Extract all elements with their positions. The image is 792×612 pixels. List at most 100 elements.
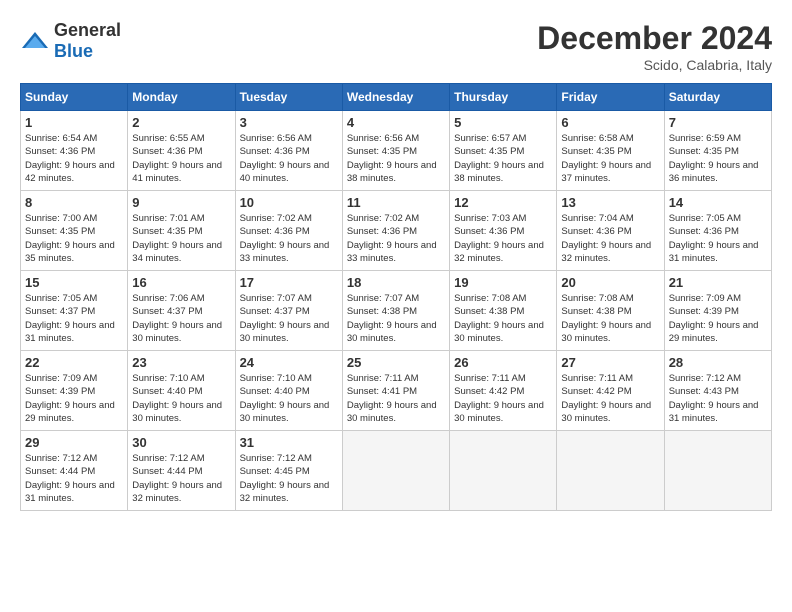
day-number: 7 [669,115,767,130]
day-number: 16 [132,275,230,290]
calendar-cell: 22 Sunrise: 7:09 AMSunset: 4:39 PMDayligh… [21,351,128,431]
day-detail: Sunrise: 7:11 AMSunset: 4:42 PMDaylight:… [561,372,659,425]
calendar-cell: 27Sunrise: 7:11 AMSunset: 4:42 PMDayligh… [557,351,664,431]
day-number: 15 [25,275,123,290]
calendar-cell: 6 Sunrise: 6:58 AMSunset: 4:35 PMDaylight… [557,111,664,191]
logo-general: General [54,20,121,40]
day-detail: Sunrise: 7:07 AMSunset: 4:38 PMDaylight:… [347,292,445,345]
header-saturday: Saturday [664,84,771,111]
logo-icon [20,30,50,52]
day-number: 10 [240,195,338,210]
calendar-cell: 21Sunrise: 7:09 AMSunset: 4:39 PMDayligh… [664,271,771,351]
day-number: 13 [561,195,659,210]
day-number: 1 [25,115,123,130]
calendar-cell: 29Sunrise: 7:12 AMSunset: 4:44 PMDayligh… [21,431,128,511]
calendar-cell: 19Sunrise: 7:08 AMSunset: 4:38 PMDayligh… [450,271,557,351]
calendar-cell: 18 Sunrise: 7:07 AMSunset: 4:38 PMDayligh… [342,271,449,351]
day-number: 4 [347,115,445,130]
header-friday: Friday [557,84,664,111]
calendar-cell: 12 Sunrise: 7:03 AMSunset: 4:36 PMDayligh… [450,191,557,271]
day-number: 8 [25,195,123,210]
calendar-cell: 3Sunrise: 6:56 AMSunset: 4:36 PMDaylight… [235,111,342,191]
day-number: 31 [240,435,338,450]
day-detail: Sunrise: 7:12 AMSunset: 4:43 PMDaylight:… [669,372,767,425]
calendar-location: Scido, Calabria, Italy [537,57,772,73]
day-detail: Sunrise: 7:05 AMSunset: 4:37 PMDaylight:… [25,292,123,345]
day-detail: Sunrise: 7:08 AMSunset: 4:38 PMDaylight:… [454,292,552,345]
week-row-2: 8 Sunrise: 7:00 AMSunset: 4:35 PMDaylight… [21,191,772,271]
calendar-cell: 4Sunrise: 6:56 AMSunset: 4:35 PMDaylight… [342,111,449,191]
day-detail: Sunrise: 7:02 AMSunset: 4:36 PMDaylight:… [347,212,445,265]
header-sunday: Sunday [21,84,128,111]
day-number: 26 [454,355,552,370]
day-detail: Sunrise: 6:54 AMSunset: 4:36 PMDaylight:… [25,132,123,185]
calendar-cell: 5 Sunrise: 6:57 AMSunset: 4:35 PMDaylight… [450,111,557,191]
calendar-header-row: SundayMondayTuesdayWednesdayThursdayFrid… [21,84,772,111]
calendar-cell: 10Sunrise: 7:02 AMSunset: 4:36 PMDayligh… [235,191,342,271]
day-detail: Sunrise: 7:12 AMSunset: 4:45 PMDaylight:… [240,452,338,505]
calendar-cell: 25Sunrise: 7:11 AMSunset: 4:41 PMDayligh… [342,351,449,431]
day-detail: Sunrise: 7:12 AMSunset: 4:44 PMDaylight:… [25,452,123,505]
calendar-cell: 1 Sunrise: 6:54 AMSunset: 4:36 PMDaylight… [21,111,128,191]
logo-blue: Blue [54,41,93,61]
day-number: 11 [347,195,445,210]
day-number: 20 [561,275,659,290]
week-row-3: 15 Sunrise: 7:05 AMSunset: 4:37 PMDayligh… [21,271,772,351]
calendar-table: SundayMondayTuesdayWednesdayThursdayFrid… [20,83,772,511]
day-number: 30 [132,435,230,450]
calendar-cell: 13 Sunrise: 7:04 AMSunset: 4:36 PMDayligh… [557,191,664,271]
day-detail: Sunrise: 7:11 AMSunset: 4:41 PMDaylight:… [347,372,445,425]
header-thursday: Thursday [450,84,557,111]
title-block: December 2024 Scido, Calabria, Italy [537,20,772,73]
day-detail: Sunrise: 7:09 AMSunset: 4:39 PMDaylight:… [669,292,767,345]
day-number: 2 [132,115,230,130]
day-number: 28 [669,355,767,370]
day-number: 5 [454,115,552,130]
day-detail: Sunrise: 6:58 AMSunset: 4:35 PMDaylight:… [561,132,659,185]
day-number: 18 [347,275,445,290]
day-detail: Sunrise: 7:05 AMSunset: 4:36 PMDaylight:… [669,212,767,265]
calendar-cell: 20Sunrise: 7:08 AMSunset: 4:38 PMDayligh… [557,271,664,351]
day-detail: Sunrise: 7:10 AMSunset: 4:40 PMDaylight:… [132,372,230,425]
calendar-cell: 28 Sunrise: 7:12 AMSunset: 4:43 PMDayligh… [664,351,771,431]
day-detail: Sunrise: 6:57 AMSunset: 4:35 PMDaylight:… [454,132,552,185]
week-row-5: 29Sunrise: 7:12 AMSunset: 4:44 PMDayligh… [21,431,772,511]
day-number: 12 [454,195,552,210]
calendar-cell: 9Sunrise: 7:01 AMSunset: 4:35 PMDaylight… [128,191,235,271]
calendar-cell: 30 Sunrise: 7:12 AMSunset: 4:44 PMDayligh… [128,431,235,511]
day-detail: Sunrise: 6:59 AMSunset: 4:35 PMDaylight:… [669,132,767,185]
day-number: 17 [240,275,338,290]
calendar-cell: 16 Sunrise: 7:06 AMSunset: 4:37 PMDayligh… [128,271,235,351]
day-number: 6 [561,115,659,130]
header-tuesday: Tuesday [235,84,342,111]
calendar-cell: 23 Sunrise: 7:10 AMSunset: 4:40 PMDayligh… [128,351,235,431]
day-detail: Sunrise: 7:09 AMSunset: 4:39 PMDaylight:… [25,372,123,425]
day-number: 9 [132,195,230,210]
logo: General Blue [20,20,121,62]
day-detail: Sunrise: 7:00 AMSunset: 4:35 PMDaylight:… [25,212,123,265]
calendar-cell [342,431,449,511]
day-detail: Sunrise: 7:07 AMSunset: 4:37 PMDaylight:… [240,292,338,345]
calendar-cell: 14Sunrise: 7:05 AMSunset: 4:36 PMDayligh… [664,191,771,271]
calendar-cell: 24Sunrise: 7:10 AMSunset: 4:40 PMDayligh… [235,351,342,431]
week-row-1: 1 Sunrise: 6:54 AMSunset: 4:36 PMDaylight… [21,111,772,191]
calendar-cell: 31 Sunrise: 7:12 AMSunset: 4:45 PMDayligh… [235,431,342,511]
logo-text: General Blue [54,20,121,62]
day-detail: Sunrise: 7:03 AMSunset: 4:36 PMDaylight:… [454,212,552,265]
calendar-body: 1 Sunrise: 6:54 AMSunset: 4:36 PMDaylight… [21,111,772,511]
calendar-cell [557,431,664,511]
day-detail: Sunrise: 7:11 AMSunset: 4:42 PMDaylight:… [454,372,552,425]
calendar-cell [450,431,557,511]
calendar-cell: 11 Sunrise: 7:02 AMSunset: 4:36 PMDayligh… [342,191,449,271]
day-detail: Sunrise: 7:12 AMSunset: 4:44 PMDaylight:… [132,452,230,505]
calendar-cell [664,431,771,511]
day-number: 22 [25,355,123,370]
calendar-title: December 2024 [537,20,772,57]
day-detail: Sunrise: 7:06 AMSunset: 4:37 PMDaylight:… [132,292,230,345]
page-header: General Blue December 2024 Scido, Calabr… [20,20,772,73]
calendar-cell: 8 Sunrise: 7:00 AMSunset: 4:35 PMDaylight… [21,191,128,271]
calendar-cell: 2Sunrise: 6:55 AMSunset: 4:36 PMDaylight… [128,111,235,191]
day-number: 3 [240,115,338,130]
day-number: 23 [132,355,230,370]
day-detail: Sunrise: 7:04 AMSunset: 4:36 PMDaylight:… [561,212,659,265]
